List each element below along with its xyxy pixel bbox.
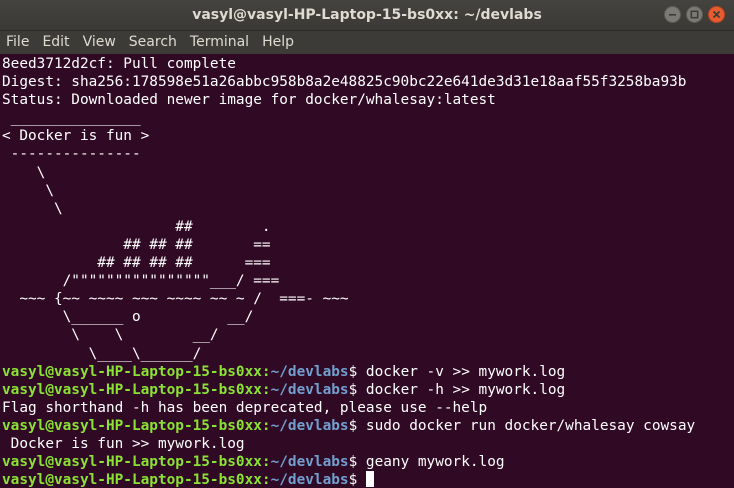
prompt-path: ~/devlabs	[270, 381, 349, 398]
prompt-user: vasyl@vasyl-HP-Laptop-15-bs0xx	[2, 381, 262, 398]
maximize-icon[interactable]	[686, 6, 703, 23]
prompt-separator: :	[261, 454, 271, 471]
text-cursor[interactable]	[365, 471, 374, 488]
command-text: geany mywork.log	[357, 454, 505, 471]
prompt-separator: :	[261, 417, 271, 434]
output-line: Status: Downloaded newer image for docke…	[2, 92, 496, 109]
prompt-symbol: $	[348, 454, 358, 471]
prompt-line: vasyl@vasyl-HP-Laptop-15-bs0xx:~/devlabs…	[2, 417, 695, 435]
command-text: docker -h >> mywork.log	[357, 381, 566, 398]
output-line: \	[2, 200, 63, 217]
prompt-path: ~/devlabs	[270, 472, 349, 488]
prompt-line: vasyl@vasyl-HP-Laptop-15-bs0xx:~/devlabs…	[2, 453, 695, 471]
menu-search[interactable]: Search	[123, 31, 184, 54]
output-line: ---------------	[2, 146, 150, 163]
prompt-separator: :	[261, 363, 271, 380]
prompt-line: vasyl@vasyl-HP-Laptop-15-bs0xx:~/devlabs…	[2, 363, 695, 381]
prompt-symbol: $	[348, 472, 358, 488]
prompt-symbol: $	[348, 381, 358, 398]
output-line: _______________	[2, 110, 150, 127]
prompt-path: ~/devlabs	[270, 417, 349, 434]
output-line: \____\______/	[2, 345, 202, 362]
window-title: vasyl@vasyl-HP-Laptop-15-bs0xx: ~/devlab…	[192, 7, 542, 23]
menu-view[interactable]: View	[77, 31, 123, 54]
prompt-separator: :	[261, 381, 271, 398]
terminal-output: 8eed3712d2cf: Pull complete Digest: sha25…	[2, 55, 695, 488]
close-icon[interactable]	[708, 6, 725, 23]
command-text: sudo docker run docker/whalesay cowsay	[357, 417, 696, 434]
prompt-user: vasyl@vasyl-HP-Laptop-15-bs0xx	[2, 417, 262, 434]
prompt-user: vasyl@vasyl-HP-Laptop-15-bs0xx	[2, 363, 262, 380]
prompt-symbol: $	[348, 417, 358, 434]
prompt-path: ~/devlabs	[270, 454, 349, 471]
menu-bar: File Edit View Search Terminal Help	[0, 31, 734, 54]
menu-file[interactable]: File	[0, 31, 36, 54]
output-line: ~~~ {~~ ~~~~ ~~~ ~~~~ ~~ ~ / ===- ~~~	[2, 291, 349, 308]
prompt-user: vasyl@vasyl-HP-Laptop-15-bs0xx	[2, 472, 262, 488]
output-line: Flag shorthand -h has been deprecated, p…	[2, 399, 488, 416]
output-line: \______ o __/	[2, 309, 254, 326]
output-line: 8eed3712d2cf: Pull complete	[2, 56, 236, 72]
prompt-separator: :	[261, 472, 271, 488]
prompt-line: vasyl@vasyl-HP-Laptop-15-bs0xx:~/devlabs…	[2, 381, 695, 399]
output-line: ## ## ## ==	[2, 236, 271, 253]
output-line: Digest: sha256:178598e51a26abbc958b8a2e4…	[2, 74, 687, 91]
prompt-path: ~/devlabs	[270, 363, 349, 380]
output-line: \	[2, 182, 54, 199]
prompt-symbol: $	[348, 363, 358, 380]
prompt-line: vasyl@vasyl-HP-Laptop-15-bs0xx:~/devlabs…	[2, 471, 695, 488]
menu-edit[interactable]: Edit	[36, 31, 76, 54]
title-bar[interactable]: vasyl@vasyl-HP-Laptop-15-bs0xx: ~/devlab…	[0, 0, 734, 31]
output-line: Docker is fun >> mywork.log	[2, 435, 245, 452]
menu-terminal[interactable]: Terminal	[184, 31, 256, 54]
terminal-window: vasyl@vasyl-HP-Laptop-15-bs0xx: ~/devlab…	[0, 0, 734, 488]
output-line: \	[2, 164, 46, 181]
menu-help[interactable]: Help	[256, 31, 301, 54]
terminal-area[interactable]: 8eed3712d2cf: Pull complete Digest: sha25…	[0, 54, 734, 488]
output-line: ## ## ## ## ===	[2, 255, 271, 272]
output-line: < Docker is fun >	[2, 128, 150, 145]
command-text: docker -v >> mywork.log	[357, 363, 566, 380]
output-line: /""""""""""""""""___/ ===	[2, 273, 280, 290]
output-line: ## .	[2, 218, 271, 235]
command-text	[357, 472, 366, 488]
window-controls	[664, 6, 725, 23]
prompt-user: vasyl@vasyl-HP-Laptop-15-bs0xx	[2, 454, 262, 471]
minimize-icon[interactable]	[664, 6, 681, 23]
output-line: \ \ __/	[2, 327, 219, 344]
